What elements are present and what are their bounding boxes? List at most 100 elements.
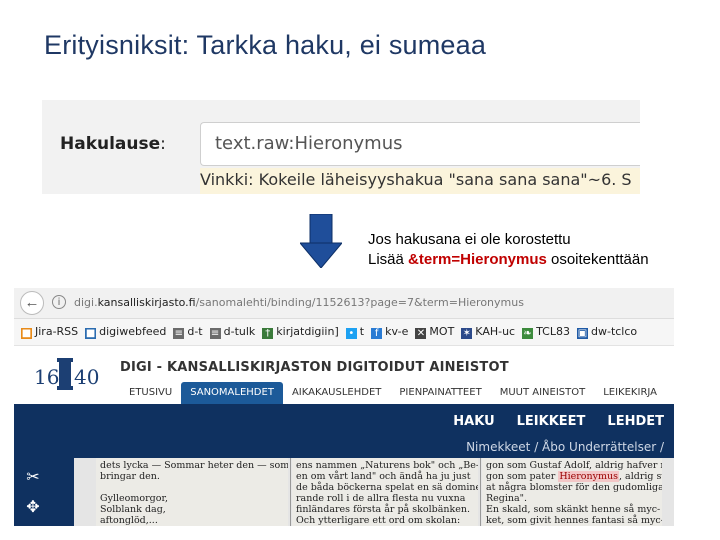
- cross-icon: ✕: [415, 328, 427, 339]
- scan-line: Gylleomorgor,: [100, 493, 168, 504]
- navbar-link[interactable]: LEHDET: [607, 414, 664, 429]
- bookmark-label: d-tulk: [223, 325, 256, 338]
- bookmark-item[interactable]: • t: [345, 319, 365, 345]
- site-title: DIGI - KANSALLISKIRJASTON DIGITOIDUT AIN…: [120, 360, 509, 375]
- scan-line: bringar den.: [100, 471, 160, 482]
- bookmark-label: d-t: [187, 325, 203, 338]
- scan-line: de båda böckerna spelat en sä domine-: [296, 482, 478, 493]
- bookmark-label: t: [359, 325, 365, 338]
- bookmark-label: digiwebfeed: [99, 325, 167, 338]
- box-icon: ▣: [577, 328, 588, 339]
- note-line-2-prefix: Lisää: [368, 251, 409, 268]
- bookmark-label: TCL83: [536, 325, 570, 338]
- move-icon[interactable]: ✥: [22, 498, 44, 518]
- url-host-prefix: digi.: [74, 296, 98, 309]
- bookmark-item[interactable]: † kirjatdigiin]: [262, 319, 339, 345]
- scan-column-3: gon som Gustaf Adolf, aldrig hafver när-…: [482, 458, 662, 526]
- tool-strip: ✂ ✥: [14, 458, 74, 526]
- nav-tab[interactable]: LEIKEKIRJA: [594, 382, 666, 404]
- scan-line: gon som Gustaf Adolf, aldrig hafver när-: [486, 460, 662, 471]
- url-path: /sanomalehti/binding/1152613?page=7&term…: [195, 296, 524, 309]
- info-icon[interactable]: i: [52, 295, 66, 309]
- search-label-colon: :: [160, 134, 166, 154]
- f-icon: f: [371, 328, 383, 339]
- scan-line: [100, 482, 284, 493]
- breadcrumb: Nimekkeet / Åbo Underrättelser /: [466, 440, 664, 454]
- logo-text-left: 16: [34, 365, 59, 389]
- navbar-link[interactable]: LEIKKEET: [517, 414, 586, 429]
- instruction-note: Jos hakusana ei ole korostettu Lisää &te…: [368, 230, 649, 270]
- slide-title: Erityisniksit: Tarkka haku, ei sumeaa: [44, 30, 487, 60]
- bookmark-label: kirjatdigiin]: [276, 325, 339, 338]
- scan-line: En skald, som skänkt henne så myc-: [486, 504, 661, 515]
- scan-line: finländares första år på skolbänken.: [296, 504, 470, 515]
- bookmark-item[interactable]: ≡ d-t: [173, 319, 203, 345]
- scan-line: gon som pater Hieronymus, aldrig sväng-: [486, 471, 662, 482]
- navbar-links: HAKU LEIKKEET LEHDET: [431, 414, 664, 429]
- url-field[interactable]: digi.kansalliskirjasto.fi/sanomalehti/bi…: [74, 296, 524, 309]
- bookmark-item[interactable]: f kv-e: [371, 319, 408, 345]
- leaf-icon: ❧: [522, 328, 534, 339]
- twitter-icon: •: [345, 328, 357, 339]
- column-divider: [290, 458, 291, 526]
- nav-tab[interactable]: ETUSIVU: [120, 382, 181, 404]
- bookmark-label: kv-e: [385, 325, 409, 338]
- bookmark-label: KAH-uc: [475, 325, 516, 338]
- nav-tab[interactable]: AIKAKAUSLEHDET: [283, 382, 390, 404]
- scan-line: at några blomster för den gudomliga: [486, 482, 662, 493]
- scan-line: ket, som givit hennes fantasi så myc-: [486, 515, 662, 526]
- column-divider: [480, 458, 481, 526]
- bookmark-item[interactable]: ✕ MOT: [415, 319, 454, 345]
- tree-icon: †: [262, 328, 274, 339]
- address-bar: ← i digi.kansalliskirjasto.fi/sanomaleht…: [14, 288, 674, 319]
- bookmark-item[interactable]: ≡ d-tulk: [209, 319, 256, 345]
- scan-line: dets lycka — Sommar heter den — som: [100, 460, 288, 471]
- bookmark-item[interactable]: ■ digiwebfeed: [85, 319, 166, 345]
- main-nav: ETUSIVU SANOMALEHDET AIKAKAUSLEHDET PIENPAI…: [120, 382, 666, 404]
- bookmark-item[interactable]: ✶ KAH-uc: [461, 319, 515, 345]
- scissors-icon[interactable]: ✂: [22, 468, 44, 488]
- scan-line: en om vårt land" och ändå ha ju just: [296, 471, 471, 482]
- bookmark-label: MOT: [429, 325, 455, 338]
- search-panel: Hakulause: text.raw:Hieronymus Vinkki: K…: [42, 100, 640, 194]
- scan-line: Regina".: [486, 493, 528, 504]
- star-cross-icon: ✶: [461, 328, 473, 339]
- bookmark-item[interactable]: ■ Jira-RSS: [21, 319, 78, 345]
- scan-line: Och ytterligare ett ord om skolan:: [296, 515, 461, 526]
- bookmark-label: Jira-RSS: [35, 325, 79, 338]
- pillar-icon: ≡: [209, 328, 221, 339]
- browser-screenshot: ← i digi.kansalliskirjasto.fi/sanomaleht…: [14, 288, 674, 526]
- page-viewer: ✂ ✥ dets lycka — Sommar heter den — som b…: [14, 458, 674, 526]
- note-url-param: &term=Hieronymus: [408, 251, 547, 268]
- note-line-2: Lisää &term=Hieronymus osoitekenttään: [368, 250, 649, 270]
- back-arrow-icon[interactable]: ←: [20, 291, 44, 315]
- url-host: kansalliskirjasto.fi: [97, 296, 196, 309]
- arrow-down-icon: [300, 214, 342, 268]
- rss-icon: ■: [21, 328, 32, 339]
- secondary-navbar: HAKU LEIKKEET LEHDET Nimekkeet / Åbo Under…: [14, 404, 674, 458]
- note-line-2-suffix: osoitekenttään: [546, 251, 649, 268]
- bookmark-label: dw-tclco: [591, 325, 638, 338]
- nav-tab[interactable]: MUUT AINEISTOT: [491, 382, 595, 404]
- bookmark-item[interactable]: ❧ TCL83: [522, 319, 570, 345]
- bookmarks-bar: ■ Jira-RSS ■ digiwebfeed ≡ d-t ≡ d-tulk † kirjatd…: [14, 319, 674, 346]
- logo-icon[interactable]: 16 40: [32, 354, 102, 396]
- note-line-1: Jos hakusana ei ole korostettu: [368, 231, 571, 248]
- scan-line: aftonglöd,...: [100, 515, 158, 526]
- scan-line: Solblank dag,: [100, 504, 166, 515]
- scan-column-1: dets lycka — Sommar heter den — som bring…: [96, 458, 288, 526]
- navbar-link[interactable]: HAKU: [453, 414, 494, 429]
- search-hint: Vinkki: Kokeile läheisyyshakua "sana san…: [200, 168, 640, 194]
- logo-text-right: 40: [74, 365, 99, 389]
- pillar-icon: ≡: [173, 328, 185, 339]
- site-header: 16 40 DIGI - KANSALLISKIRJASTON DIGITOID…: [14, 346, 674, 404]
- feed-icon: ■: [85, 328, 97, 339]
- scan-line: ens nammen „Naturens bok" och „Be-: [296, 460, 478, 471]
- search-label-text: Hakulause: [60, 134, 161, 154]
- nav-tab[interactable]: SANOMALEHDET: [181, 382, 283, 404]
- scan-column-2: ens nammen „Naturens bok" och „Be-en om …: [292, 458, 478, 526]
- nav-tab[interactable]: PIENPAINATTEET: [390, 382, 490, 404]
- bookmark-item[interactable]: ▣ dw-tclco: [577, 319, 637, 345]
- search-label: Hakulause:: [60, 134, 166, 154]
- search-input[interactable]: text.raw:Hieronymus: [200, 122, 640, 166]
